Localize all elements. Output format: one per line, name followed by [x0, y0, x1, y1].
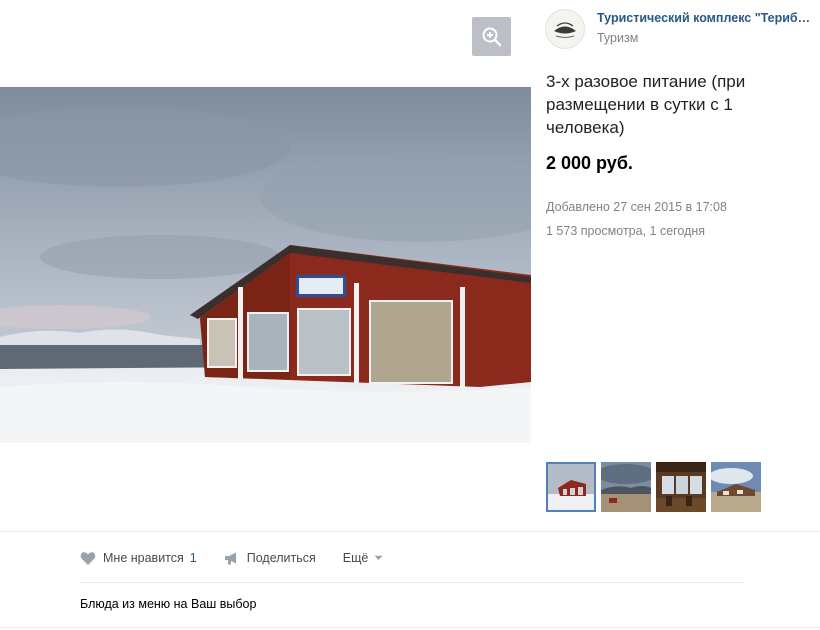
product-page: Туристический комплекс "Териберка" Туриз… — [0, 0, 820, 630]
chevron-down-icon — [374, 555, 383, 561]
photo-viewer — [0, 0, 531, 531]
share-button[interactable]: Поделиться — [224, 551, 316, 566]
owner-category: Туризм — [597, 31, 639, 45]
zoom-in-icon — [481, 26, 503, 48]
more-label: Ещё — [342, 551, 369, 565]
item-title: 3-х разовое питание (при размещении в су… — [546, 72, 746, 137]
thumbnail-3[interactable] — [656, 462, 706, 512]
zoom-button[interactable] — [472, 17, 511, 56]
action-bar: Мне нравится 1 Поделиться Ещё — [80, 547, 410, 569]
item-description: Блюда из меню на Ваш выбор — [80, 597, 257, 611]
item-price: 2 000 руб. — [546, 153, 633, 173]
main-photo[interactable] — [0, 87, 531, 443]
share-label: Поделиться — [246, 551, 316, 565]
item-added-date: Добавлено 27 сен 2015 в 17:08 — [546, 200, 727, 214]
thumbnail-2[interactable] — [601, 462, 651, 512]
thumbnail-1[interactable] — [546, 462, 596, 512]
like-button[interactable]: Мне нравится 1 — [80, 551, 197, 566]
megaphone-icon — [224, 551, 240, 566]
divider — [0, 531, 820, 532]
owner-name-link[interactable]: Туристический комплекс "Териберка" — [597, 11, 817, 25]
thumbnail-strip — [546, 462, 761, 512]
owner-avatar[interactable] — [545, 9, 585, 49]
item-views: 1 573 просмотра, 1 сегодня — [546, 224, 706, 238]
divider — [0, 627, 820, 628]
thumbnail-4[interactable] — [711, 462, 761, 512]
item-info-panel: Туристический комплекс "Териберка" Туриз… — [531, 0, 820, 531]
divider — [80, 582, 744, 583]
like-count: 1 — [189, 551, 197, 565]
more-button[interactable]: Ещё — [343, 551, 384, 565]
like-label: Мне нравится — [103, 551, 184, 565]
heart-icon — [80, 551, 96, 566]
